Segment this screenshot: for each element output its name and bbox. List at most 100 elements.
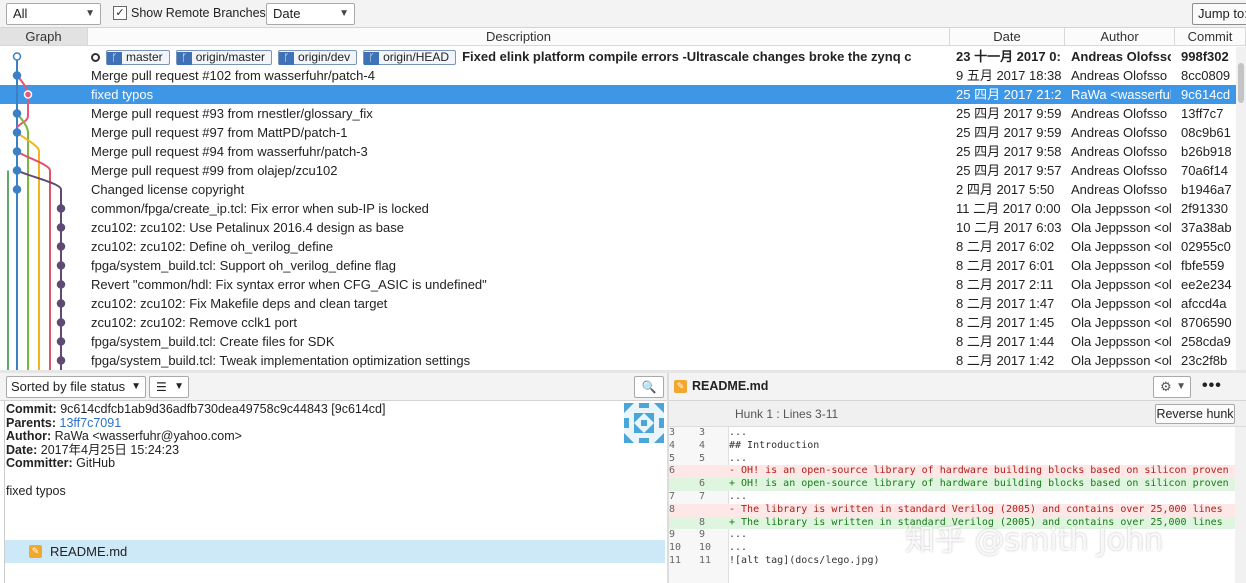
description-cell: Merge pull request #93 from rnestler/glo… — [91, 106, 373, 121]
chevron-down-icon: ▼ — [1176, 381, 1186, 392]
sort-dropdown[interactable]: Sorted by file status ▼ — [6, 376, 146, 398]
date-cell: 11 二月 2017 0:00 — [956, 201, 1061, 216]
graph-commit-dot — [56, 223, 66, 232]
more-options-icon[interactable]: ••• — [1202, 377, 1222, 395]
head-description-cell: ᚴ master ᚴ origin/master ᚴ origin/dev ᚴ origin/… — [91, 47, 946, 66]
date-cell: 25 四月 2017 9:57 — [956, 163, 1062, 178]
table-row[interactable]: Merge pull request #93 from rnestler/glo… — [0, 104, 1236, 123]
table-row[interactable]: fpga/system_build.tcl: Tweak implementat… — [0, 351, 1236, 370]
table-row[interactable]: Changed license copyright 2 四月 2017 5:50 A… — [0, 180, 1236, 199]
parent-link[interactable]: 13ff7c7091 — [60, 416, 122, 430]
graph-commit-dot — [12, 185, 22, 194]
diff-view: 3 3... 4 4 ## Introduction 5 5... 6 - OH! is an … — [669, 427, 1235, 583]
commit-cell: fbfe559 — [1181, 258, 1225, 273]
graph-commit-dot — [12, 52, 22, 61]
author-cell: Ola Jeppsson <ol — [1071, 239, 1171, 254]
description-cell: zcu102: zcu102: Fix Makefile deps and cl… — [91, 296, 388, 311]
branch-tag-origin-dev[interactable]: ᚴ origin/dev — [278, 50, 358, 66]
table-row[interactable]: fpga/system_build.tcl: Support oh_verilo… — [0, 256, 1236, 275]
table-row[interactable]: common/fpga/create_ip.tcl: Fix error whe… — [0, 199, 1236, 218]
branch-tag-master[interactable]: ᚴ master — [106, 50, 170, 66]
diff-line: 5 5... — [669, 453, 1235, 466]
description-cell: common/fpga/create_ip.tcl: Fix error whe… — [91, 201, 429, 216]
table-row[interactable]: zcu102: zcu102: Define oh_verilog_define… — [0, 237, 1236, 256]
author-cell: Ola Jeppsson <ol — [1071, 334, 1171, 349]
table-row[interactable]: zcu102: zcu102: Use Petalinux 2016.4 des… — [0, 218, 1236, 237]
watermark: 知乎 @smith John — [905, 523, 1164, 558]
new-line-number: 9 — [699, 529, 706, 541]
diff-scrollbar[interactable] — [1235, 427, 1246, 583]
changed-file-name: README.md — [50, 544, 128, 559]
table-row[interactable]: fixed typos 25 四月 2017 21:2 RaWa <wasserfu… — [0, 85, 1236, 104]
order-dropdown[interactable]: Date Order ▼ — [266, 3, 355, 41]
changed-file-row[interactable]: ✎ README.md — [5, 540, 665, 563]
file-list-toolbar: Sorted by file status ▼ ☰ ▼ 🔍 — [0, 373, 667, 401]
author-cell: Ola Jeppsson <ol — [1071, 296, 1171, 311]
sourcetree-window: All Branches ▼ ✓ Show Remote Branches Da… — [0, 0, 1246, 583]
hash-cell: 998f302 — [1181, 49, 1229, 64]
author-cell: Ola Jeppsson <ol — [1071, 315, 1171, 330]
author-column-header[interactable]: Author — [1065, 28, 1175, 46]
branch-tag-origin-head[interactable]: ᚴ origin/HEAD — [363, 50, 457, 66]
table-row-head[interactable]: ᚴ master ᚴ origin/master ᚴ origin/dev ᚴ origin/… — [0, 47, 1236, 66]
branch-tag-origin-master[interactable]: ᚴ origin/master — [175, 50, 273, 66]
diff-text: ... — [729, 529, 748, 541]
old-line-number: 9 — [669, 529, 676, 541]
commit-cell: 2f91330 — [1181, 201, 1228, 216]
table-row[interactable]: Merge pull request #102 from wasserfuhr/… — [0, 66, 1236, 85]
diff-header: ✎ README.md ⚙ ▼ ••• — [669, 373, 1246, 401]
branch-icon: ᚴ — [364, 52, 380, 66]
graph-commit-dot — [12, 147, 22, 156]
graph-column-header[interactable]: Graph — [0, 28, 88, 46]
diff-text: ![alt tag](docs/lego.jpg) — [729, 555, 880, 566]
description-cell: fpga/system_build.tcl: Support oh_verilo… — [91, 258, 396, 273]
search-button[interactable]: 🔍 — [634, 376, 664, 398]
modified-file-icon: ✎ — [674, 380, 687, 393]
jump-to-button[interactable]: Jump to: — [1192, 3, 1246, 25]
date-cell: 9 五月 2017 18:38 — [956, 68, 1062, 83]
reverse-hunk-button[interactable]: Reverse hunk — [1155, 404, 1235, 424]
author-cell: Andreas Olofsso — [1071, 106, 1168, 121]
history-scrollbar[interactable] — [1236, 47, 1246, 370]
author-cell: Ola Jeppsson <ol — [1071, 201, 1171, 216]
gear-icon: ⚙ — [1160, 379, 1172, 394]
diff-file-name: README.md — [692, 379, 769, 393]
commit-column-header[interactable]: Commit — [1175, 28, 1246, 46]
old-line-number: 4 — [669, 439, 676, 451]
description-column-header[interactable]: Description — [88, 28, 950, 46]
old-line-number: 3 — [669, 427, 676, 438]
new-line-number: 7 — [699, 491, 706, 502]
graph-commit-dot — [12, 71, 22, 80]
old-line-number: 10 — [669, 542, 682, 554]
commit-cell: 70a6f14 — [1181, 163, 1228, 178]
date-cell: 10 二月 2017 6:03 — [956, 220, 1062, 235]
date-cell: 25 四月 2017 9:59 — [956, 106, 1062, 121]
author-cell: Andreas Olofsso — [1071, 182, 1168, 197]
date-line: Date: 2017年4月25日 15:24:23 — [6, 442, 180, 457]
hunk-title: Hunk 1 : Lines 3-11 — [735, 407, 839, 421]
table-row[interactable]: Revert "common/hdl: Fix syntax error whe… — [0, 275, 1236, 294]
date-cell: 8 二月 2017 1:44 — [956, 334, 1055, 349]
author-cell: Andreas Olofsso — [1071, 49, 1171, 64]
new-line-number: 3 — [699, 427, 706, 438]
description-cell: Changed license copyright — [91, 182, 245, 197]
table-row[interactable]: Merge pull request #99 from olajep/zcu10… — [0, 161, 1236, 180]
branch-filter-dropdown[interactable]: All Branches ▼ — [6, 3, 101, 41]
commit-cell: afccd4a — [1181, 296, 1227, 311]
list-view-dropdown[interactable]: ☰ ▼ — [149, 376, 189, 398]
new-line-number: 8 — [699, 516, 706, 528]
author-cell: Ola Jeppsson <ol — [1071, 353, 1171, 368]
table-row[interactable]: zcu102: zcu102: Remove cclk1 port 8 二月 20… — [0, 313, 1236, 332]
new-line-number: 5 — [699, 452, 706, 464]
scrollbar-thumb[interactable] — [1238, 63, 1244, 103]
table-row[interactable]: Merge pull request #97 from MattPD/patch… — [0, 123, 1236, 142]
table-row[interactable]: zcu102: zcu102: Fix Makefile deps and cl… — [0, 294, 1236, 313]
commit-cell: b1946a7 — [1181, 182, 1232, 197]
table-row[interactable]: fpga/system_build.tcl: Create files for … — [0, 332, 1236, 351]
diff-options-button[interactable]: ⚙ ▼ — [1153, 376, 1191, 398]
table-row[interactable]: Merge pull request #94 from wasserfuhr/p… — [0, 142, 1236, 161]
author-cell: Ola Jeppsson <ol — [1071, 258, 1171, 273]
date-column-header[interactable]: Date — [950, 28, 1065, 46]
date-cell: 25 四月 2017 9:59 — [956, 125, 1062, 140]
show-remote-checkbox[interactable]: ✓ — [113, 6, 127, 20]
